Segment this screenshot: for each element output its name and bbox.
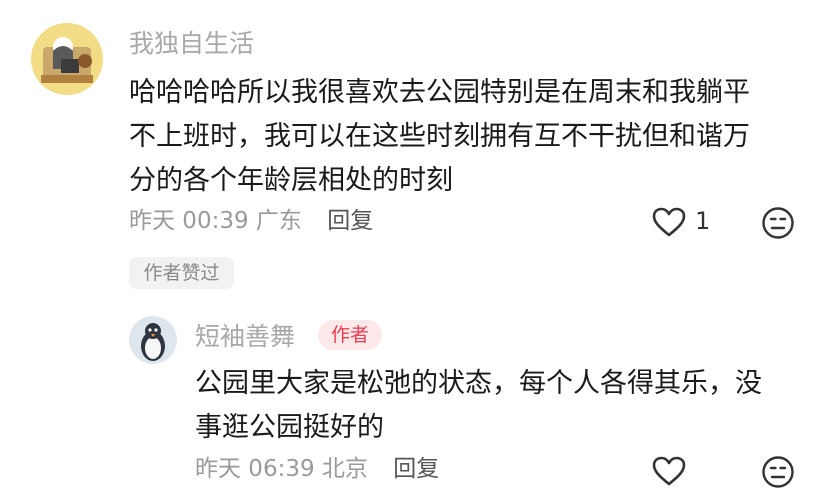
comment-thread: 我独自生活 哈哈哈哈所以我很喜欢去公园特别是在周末和我躺平 不上班时，我可以在这… [0, 0, 828, 492]
reply-avatar[interactable] [129, 316, 177, 364]
reply-text-line-1: 公园里大家是松弛的状态，每个人各得其乐，没 [195, 368, 762, 399]
like-count: 1 [695, 207, 711, 235]
comment-time: 昨天 00:39 [129, 208, 249, 234]
comment-meta: 昨天 00:39 广东 回复 [129, 207, 373, 235]
comment-text-line-2: 不上班时，我可以在这些时刻拥有互不干扰但和谐万 [129, 121, 750, 152]
reply-reply-button[interactable]: 回复 [393, 456, 439, 482]
reply-time: 昨天 06:39 [195, 456, 315, 482]
comment-username[interactable]: 我独自生活 [129, 29, 254, 59]
heart-icon[interactable] [651, 206, 687, 242]
comment-text-line-1: 哈哈哈哈所以我很喜欢去公园特别是在周末和我躺平 [129, 77, 750, 108]
avatar[interactable] [31, 23, 103, 95]
reply-text-line-2: 事逛公园挺好的 [195, 412, 384, 443]
reply-username[interactable]: 短袖善舞 [195, 322, 295, 352]
author-liked-badge: 作者赞过 [129, 257, 234, 289]
dislike-face-icon[interactable] [761, 206, 795, 244]
comment-text-line-3: 分的各个年龄层相处的时刻 [129, 165, 453, 196]
reply-meta: 昨天 06:39 北京 回复 [195, 455, 439, 483]
reply-location: 北京 [321, 456, 368, 482]
comment-location: 广东 [255, 208, 302, 234]
author-badge: 作者 [318, 320, 382, 350]
reply-button[interactable]: 回复 [327, 208, 373, 234]
reply-dislike-face-icon[interactable] [761, 455, 795, 492]
reply-heart-icon[interactable] [651, 455, 687, 491]
